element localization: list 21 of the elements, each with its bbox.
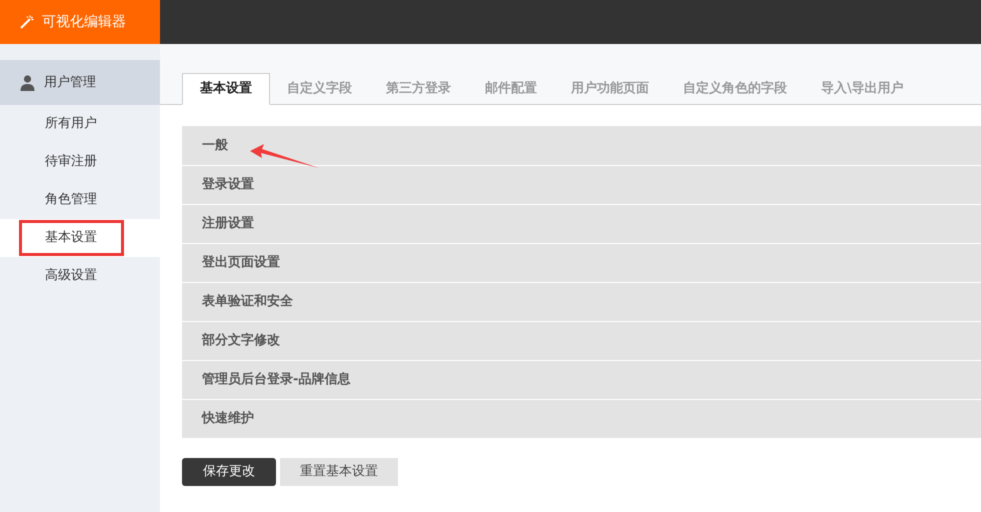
sidebar-item[interactable]: 角色管理: [20, 182, 97, 218]
annotation-arrow: [248, 143, 320, 169]
settings-section-header[interactable]: 登出页面设置: [182, 243, 981, 282]
sidebar-section-header[interactable]: 用户管理: [0, 60, 160, 105]
settings-section-header[interactable]: 快速维护: [182, 399, 981, 438]
tab[interactable]: 基本设置: [182, 73, 270, 105]
sidebar-item[interactable]: 高级设置: [20, 258, 97, 294]
sidebar-item[interactable]: 所有用户: [20, 106, 97, 142]
sidebar-item[interactable]: 基本设置: [19, 220, 124, 256]
reset-button[interactable]: 重置基本设置: [280, 458, 398, 486]
settings-section-header[interactable]: 表单验证和安全: [182, 282, 981, 321]
settings-section-header[interactable]: 注册设置: [182, 204, 981, 243]
settings-section-header[interactable]: 部分文字修改: [182, 321, 981, 360]
settings-section-header[interactable]: 一般: [182, 126, 981, 165]
settings-section-header[interactable]: 管理员后台登录-品牌信息: [182, 360, 981, 399]
save-button[interactable]: 保存更改: [182, 458, 276, 486]
magic-wand-icon: [20, 15, 34, 29]
settings-section-header[interactable]: 登录设置: [182, 165, 981, 204]
user-icon: [20, 74, 35, 90]
sidebar-item[interactable]: 待审注册: [20, 144, 97, 180]
app-title: 可视化编辑器: [42, 12, 126, 32]
